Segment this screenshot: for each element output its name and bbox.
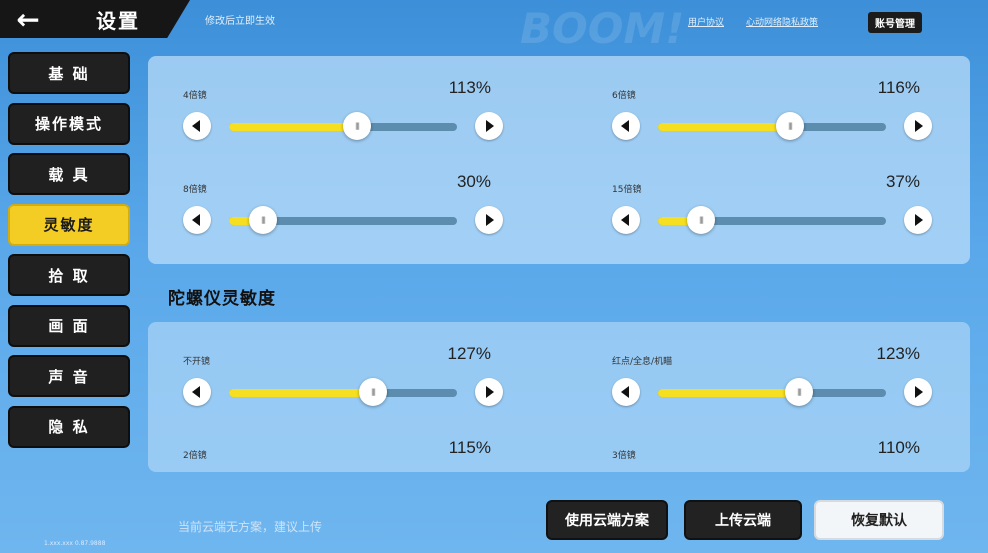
sidebar-item-vehicle[interactable]: 载 具 [8, 153, 130, 195]
decrease-button[interactable] [183, 378, 211, 406]
sidebar-item-sound[interactable]: 声 音 [8, 355, 130, 397]
triangle-right-icon [915, 386, 923, 398]
slider-thumb[interactable]: ||| [343, 112, 371, 140]
link-user-agreement[interactable]: 用户协议 [688, 15, 724, 28]
sidebar-item-basic[interactable]: 基 础 [8, 52, 130, 94]
slider-track[interactable]: ||| [658, 378, 886, 406]
notice-text: 修改后立即生效 [205, 16, 275, 27]
slider-row: 6倍镜 116% ||| [612, 78, 942, 148]
triangle-right-icon [915, 214, 923, 226]
increase-button[interactable] [904, 378, 932, 406]
slider-label: 红点/全息/机瞄 [612, 357, 673, 367]
decrease-button[interactable] [612, 378, 640, 406]
slider-value: 30% [456, 172, 491, 191]
slider-value: 113% [448, 78, 491, 97]
cloud-hint-text: 当前云端无方案，建议上传 [178, 520, 323, 534]
triangle-right-icon [486, 120, 494, 132]
sidebar-item-privacy[interactable]: 隐 私 [8, 405, 130, 448]
slider-row: 8倍镜 30% ||| [183, 172, 513, 242]
slider-value: 123% [876, 344, 920, 363]
sidebar: 基 础 操作模式 载 具 灵敏度 拾 取 画 面 声 音 隐 私 [8, 52, 130, 456]
slider-row: 4倍镜 113% ||| [183, 78, 513, 148]
sidebar-item-pickup[interactable]: 拾 取 [8, 254, 130, 296]
triangle-right-icon [486, 214, 494, 226]
increase-button[interactable] [904, 206, 932, 234]
slider-fill [229, 389, 373, 397]
slider-label: 3倍镜 [612, 451, 636, 461]
top-links: 用户协议 心动网络隐私政策 [688, 15, 818, 28]
title-block: ← 设置 [0, 0, 190, 38]
slider-thumb[interactable]: ||| [687, 206, 715, 234]
slider-thumb[interactable]: ||| [249, 206, 277, 234]
slider-value: 110% [877, 438, 920, 457]
slider-track[interactable]: ||| [658, 206, 886, 234]
upload-cloud-button[interactable]: 上传云端 [684, 500, 802, 540]
triangle-left-icon [621, 214, 629, 226]
slider-track[interactable]: ||| [658, 112, 886, 140]
slider-label: 6倍镜 [612, 91, 636, 101]
increase-button[interactable] [475, 378, 503, 406]
use-cloud-scheme-button[interactable]: 使用云端方案 [546, 500, 668, 540]
increase-button[interactable] [475, 112, 503, 140]
slider-row: 不开镜 127% ||| [183, 344, 513, 414]
triangle-left-icon [621, 120, 629, 132]
slider-label: 4倍镜 [183, 91, 207, 101]
slider-thumb[interactable]: ||| [776, 112, 804, 140]
version-text: 1.xxx.xxx 0.87.9888 [44, 540, 106, 547]
link-privacy-policy[interactable]: 心动网络隐私政策 [746, 15, 818, 28]
slider-row: 3倍镜 110% [612, 438, 942, 508]
back-button[interactable]: ← [0, 0, 56, 38]
triangle-left-icon [192, 386, 200, 398]
slider-value: 127% [447, 344, 491, 363]
triangle-right-icon [486, 386, 494, 398]
slider-fill [229, 123, 357, 131]
top-bar: ← 设置 修改后立即生效 用户协议 心动网络隐私政策 账号管理 [0, 0, 988, 40]
triangle-right-icon [915, 120, 923, 132]
slider-value: 115% [448, 438, 491, 457]
slider-label: 8倍镜 [183, 185, 207, 195]
sidebar-item-control-mode[interactable]: 操作模式 [8, 102, 130, 145]
slider-label: 不开镜 [183, 357, 211, 367]
triangle-left-icon [621, 386, 629, 398]
triangle-left-icon [192, 214, 200, 226]
slider-row: 红点/全息/机瞄 123% ||| [612, 344, 942, 414]
page-title: 设置 [96, 8, 140, 33]
slider-track[interactable]: ||| [229, 112, 457, 140]
decrease-button[interactable] [183, 112, 211, 140]
account-management-button[interactable]: 账号管理 [868, 12, 922, 33]
triangle-left-icon [192, 120, 200, 132]
gyro-section-title: 陀螺仪灵敏度 [168, 289, 276, 309]
increase-button[interactable] [475, 206, 503, 234]
arrow-left-icon: ← [16, 2, 40, 36]
slider-fill [658, 389, 799, 397]
decrease-button[interactable] [612, 206, 640, 234]
slider-value: 116% [877, 78, 920, 97]
slider-label: 2倍镜 [183, 451, 207, 461]
slider-fill [658, 123, 790, 131]
slider-track[interactable]: ||| [229, 378, 457, 406]
slider-thumb[interactable]: ||| [359, 378, 387, 406]
sidebar-item-graphics[interactable]: 画 面 [8, 304, 130, 347]
slider-label: 15倍镜 [612, 185, 642, 195]
slider-thumb[interactable]: ||| [785, 378, 813, 406]
decrease-button[interactable] [183, 206, 211, 234]
slider-row: 15倍镜 37% ||| [612, 172, 942, 242]
slider-value: 37% [885, 172, 920, 191]
sidebar-item-sensitivity[interactable]: 灵敏度 [8, 203, 130, 246]
increase-button[interactable] [904, 112, 932, 140]
restore-default-button[interactable]: 恢复默认 [814, 500, 944, 540]
decrease-button[interactable] [612, 112, 640, 140]
slider-row: 2倍镜 115% [183, 438, 513, 508]
slider-track[interactable]: ||| [229, 206, 457, 234]
